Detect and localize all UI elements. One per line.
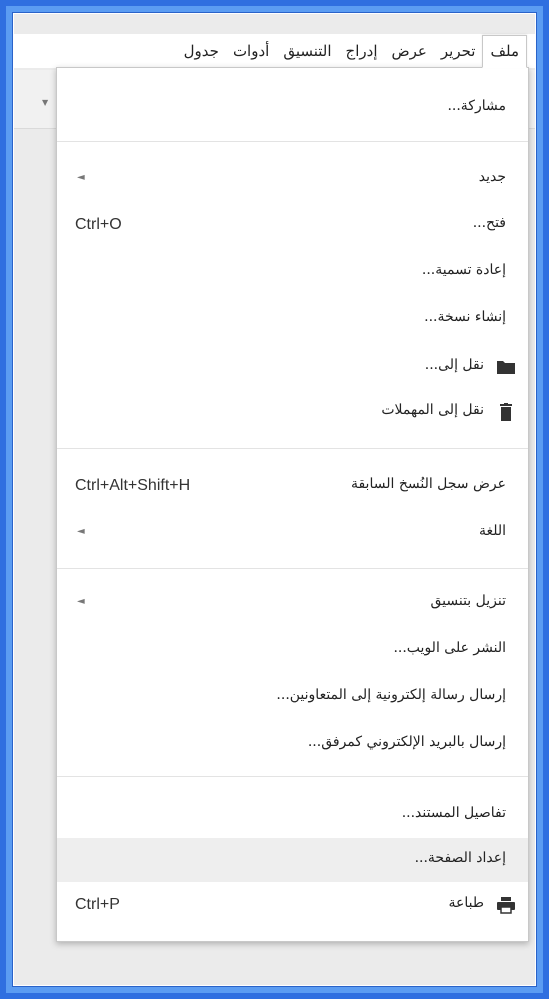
menu-separator — [57, 568, 528, 569]
toolbar-chevron-icon[interactable]: ▼ — [42, 98, 48, 107]
menu-item-share[interactable]: مشاركة... — [57, 91, 528, 124]
submenu-arrow-icon: ◄ — [77, 172, 85, 183]
menu-item-print[interactable]: طباعة Ctrl+P — [57, 888, 528, 921]
menu-file[interactable]: ملف — [482, 34, 527, 68]
menu-item-move-to-label: نقل إلى... — [424, 357, 484, 373]
menu-item-email-attachment-label: إرسال بالبريد الإلكتروني كمرفق... — [307, 734, 506, 750]
menu-item-email-attachment[interactable]: إرسال بالبريد الإلكتروني كمرفق... — [57, 727, 528, 760]
menu-edit[interactable]: تحرير — [434, 36, 483, 67]
submenu-arrow-icon: ◄ — [77, 596, 85, 607]
menu-item-page-setup-label: إعداد الصفحة... — [414, 850, 506, 866]
printer-icon — [496, 896, 516, 914]
menu-item-new-label: جديد — [478, 169, 506, 185]
folder-icon — [496, 358, 516, 376]
menu-item-email-collaborators[interactable]: إرسال رسالة إلكترونية إلى المتعاونين... — [57, 680, 528, 713]
menu-item-rename[interactable]: إعادة تسمية... — [57, 255, 528, 288]
menu-item-download-as-label: تنزيل بتنسيق — [430, 593, 506, 609]
menu-bar: ملف تحرير عرض إدراج التنسيق أدوات جدول — [14, 34, 535, 68]
menu-item-move-to-trash-label: نقل إلى المهملات — [381, 402, 484, 418]
menu-item-rename-label: إعادة تسمية... — [421, 262, 506, 278]
menu-item-publish-label: النشر على الويب... — [393, 640, 506, 656]
menu-item-open-label: فتح... — [472, 215, 506, 231]
menu-separator — [57, 776, 528, 777]
menu-item-make-copy[interactable]: إنشاء نسخة... — [57, 302, 528, 335]
trash-icon — [496, 403, 516, 421]
menu-item-document-details-label: تفاصيل المستند... — [401, 805, 506, 821]
menu-tools[interactable]: أدوات — [226, 36, 276, 67]
menu-item-print-label: طباعة — [448, 895, 485, 911]
menu-insert[interactable]: إدراج — [339, 36, 385, 67]
menu-item-move-to[interactable]: نقل إلى... — [57, 350, 528, 383]
menu-item-document-details[interactable]: تفاصيل المستند... — [57, 798, 528, 831]
menu-item-publish[interactable]: النشر على الويب... — [57, 633, 528, 666]
menu-item-page-setup[interactable]: إعداد الصفحة... — [57, 838, 528, 882]
menu-item-make-copy-label: إنشاء نسخة... — [424, 309, 506, 325]
menu-item-open-shortcut: Ctrl+O — [75, 216, 122, 233]
menu-item-revision-history-label: عرض سجل النُسخ السابقة — [350, 476, 506, 492]
menu-item-revision-history[interactable]: عرض سجل النُسخ السابقة Ctrl+Alt+Shift+H — [57, 469, 528, 502]
menu-item-download-as[interactable]: تنزيل بتنسيق ◄ — [57, 586, 528, 619]
file-menu-dropdown: مشاركة... جديد ◄ فتح... Ctrl+O إعادة تسم… — [56, 67, 529, 942]
menu-item-print-shortcut: Ctrl+P — [75, 896, 120, 913]
menu-item-new[interactable]: جديد ◄ — [57, 162, 528, 195]
menu-separator — [57, 141, 528, 142]
menu-item-move-to-trash[interactable]: نقل إلى المهملات — [57, 395, 528, 428]
menu-item-open[interactable]: فتح... Ctrl+O — [57, 208, 528, 241]
menu-table[interactable]: جدول — [177, 36, 226, 67]
menu-item-language[interactable]: اللغة ◄ — [57, 516, 528, 549]
menu-item-email-collaborators-label: إرسال رسالة إلكترونية إلى المتعاونين... — [276, 687, 506, 703]
menu-separator — [57, 448, 528, 449]
menu-format[interactable]: التنسيق — [276, 36, 338, 67]
menu-item-revision-history-shortcut: Ctrl+Alt+Shift+H — [75, 477, 191, 494]
submenu-arrow-icon: ◄ — [77, 526, 85, 537]
menu-item-share-label: مشاركة... — [447, 98, 506, 114]
menu-view[interactable]: عرض — [385, 36, 434, 67]
menu-item-language-label: اللغة — [478, 523, 506, 539]
